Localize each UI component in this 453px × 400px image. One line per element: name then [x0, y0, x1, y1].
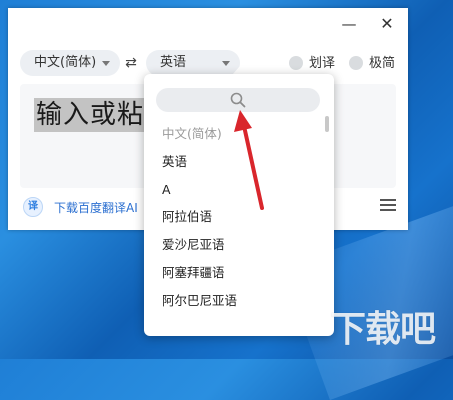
list-item[interactable]: 阿尔巴尼亚语 — [144, 287, 320, 315]
source-language-select[interactable]: 中文(简体) — [20, 50, 120, 76]
language-dropdown: 中文(简体) 英语 A 阿拉伯语 爱沙尼亚语 阿塞拜疆语 阿尔巴尼亚语 — [144, 74, 334, 336]
toggle-jijian-label: 极简 — [369, 56, 396, 71]
scrollbar-thumb[interactable] — [325, 116, 329, 132]
list-item[interactable]: 阿拉伯语 — [144, 203, 320, 231]
search-icon — [230, 92, 246, 108]
target-language-label: 英语 — [160, 55, 187, 70]
minimize-button[interactable]: — — [334, 12, 364, 36]
close-button[interactable]: ✕ — [372, 12, 402, 36]
list-item[interactable]: A — [144, 176, 320, 204]
download-app-link[interactable]: 下载百度翻译AI — [54, 199, 138, 216]
title-bar: — ✕ — [8, 8, 408, 40]
dropdown-scrollbar[interactable] — [325, 114, 329, 326]
watermark: 下载吧 — [330, 309, 436, 350]
hamburger-menu-icon[interactable] — [378, 196, 398, 216]
toggle-dot-icon — [349, 55, 363, 70]
list-item[interactable]: 中文(简体) — [144, 120, 320, 148]
toggle-huayi[interactable]: 划译 — [289, 55, 335, 73]
chevron-down-icon — [102, 61, 110, 66]
swap-arrows-icon[interactable]: ⇄ — [122, 52, 140, 74]
list-item[interactable]: 英语 — [144, 148, 320, 176]
language-search-input[interactable] — [156, 88, 320, 112]
toggle-huayi-label: 划译 — [309, 56, 336, 71]
toggle-jijian[interactable]: 极简 — [349, 55, 395, 73]
language-list: 中文(简体) 英语 A 阿拉伯语 爱沙尼亚语 阿塞拜疆语 阿尔巴尼亚语 — [144, 120, 320, 315]
list-item[interactable]: 阿塞拜疆语 — [144, 259, 320, 287]
target-language-select[interactable]: 英语 — [146, 50, 240, 76]
input-placeholder-text: 输入或粘 — [34, 98, 147, 132]
chevron-down-icon — [222, 61, 230, 66]
toggle-dot-icon — [289, 55, 303, 70]
baidu-translate-logo-icon: 译 — [23, 197, 43, 217]
source-language-label: 中文(简体) — [34, 55, 97, 70]
list-item[interactable]: 爱沙尼亚语 — [144, 231, 320, 259]
